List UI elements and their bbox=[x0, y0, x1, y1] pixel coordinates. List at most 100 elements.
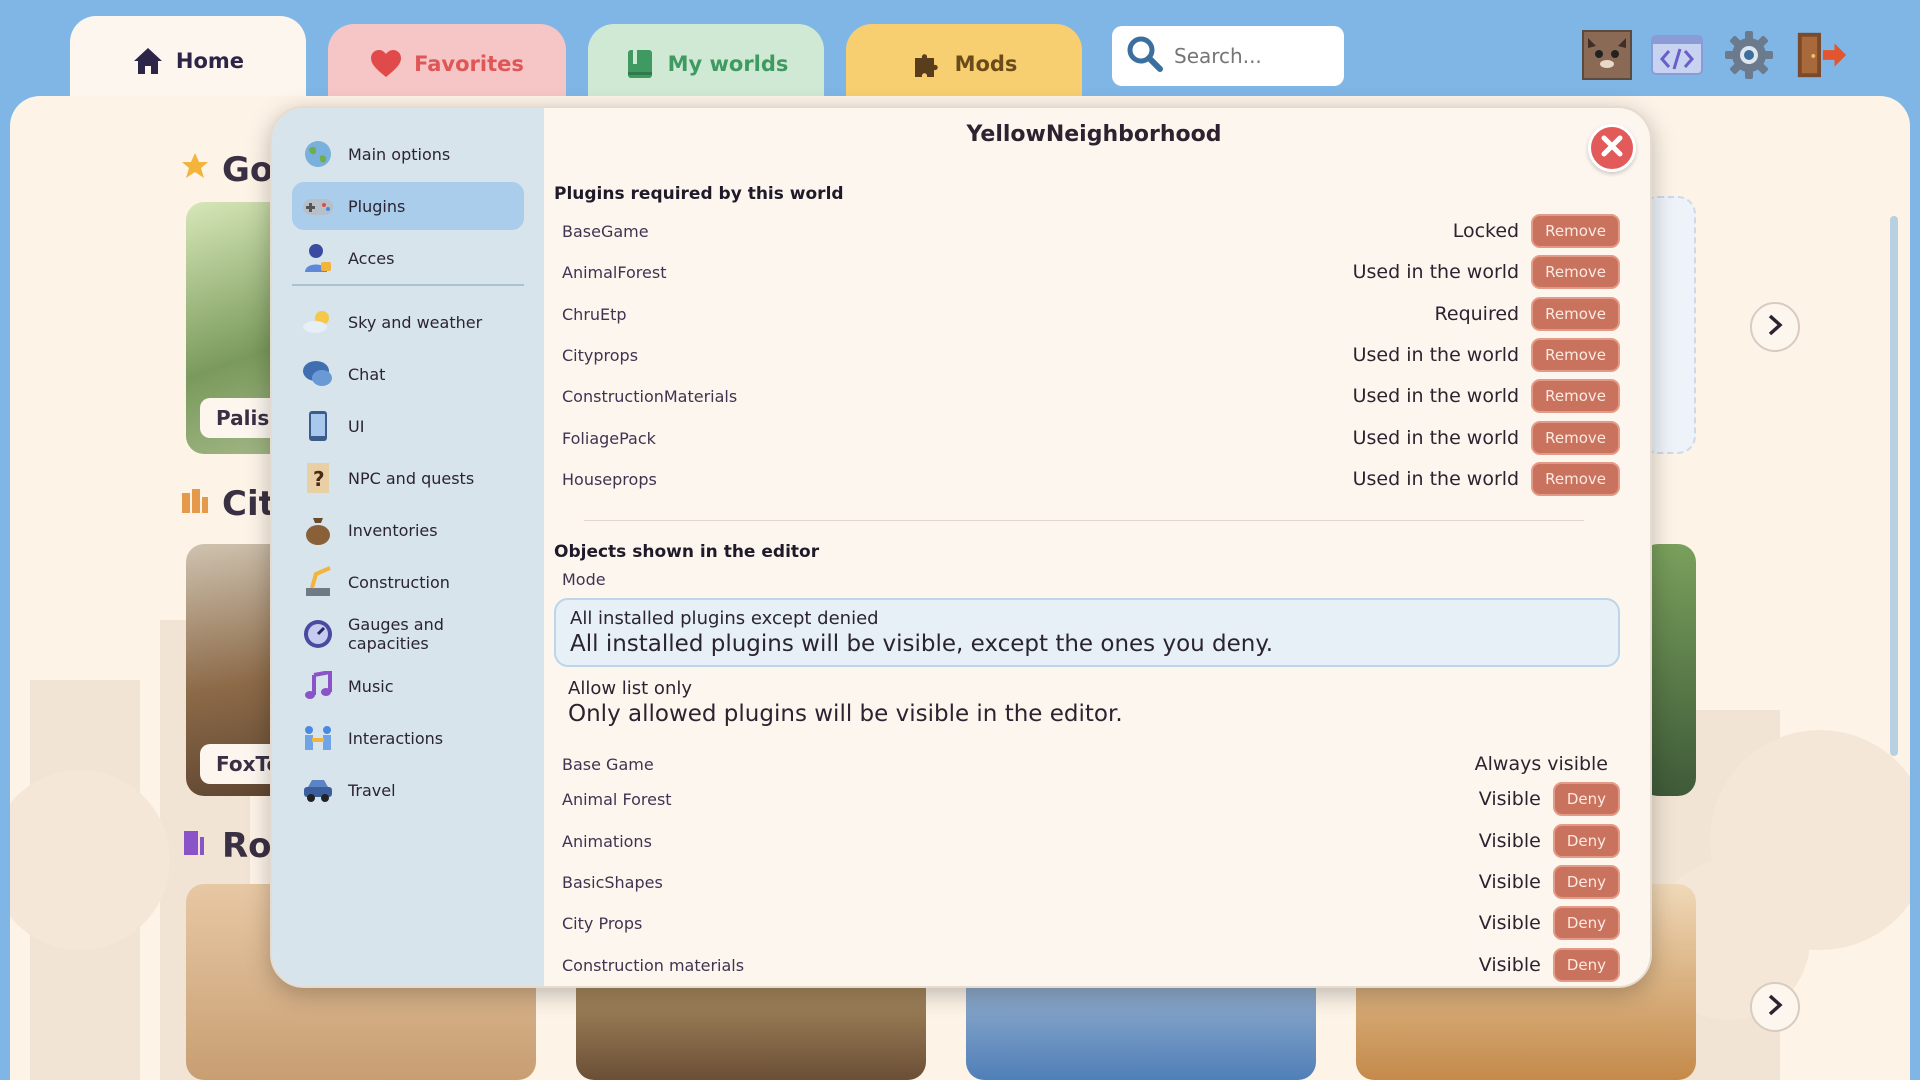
close-icon bbox=[1601, 135, 1623, 161]
tab-my-worlds[interactable]: My worlds bbox=[588, 24, 824, 104]
sidebar-item-label: NPC and quests bbox=[348, 468, 475, 488]
sidebar-item-inventories[interactable]: Inventories bbox=[292, 506, 524, 554]
sidebar-item-label: Chat bbox=[348, 364, 386, 384]
deny-button[interactable]: Deny bbox=[1552, 906, 1620, 940]
visibility-row: Construction materials Visible Deny bbox=[562, 947, 1620, 983]
sidebar-divider bbox=[292, 284, 524, 286]
tab-home[interactable]: Home bbox=[70, 16, 306, 106]
deny-button[interactable]: Deny bbox=[1552, 948, 1620, 982]
weather-icon bbox=[302, 306, 334, 338]
section-title: Go bbox=[222, 150, 274, 190]
remove-button[interactable]: Remove bbox=[1531, 421, 1620, 455]
plugin-row: ChruEtp Required Remove bbox=[562, 296, 1620, 332]
mode-option-title: All installed plugins except denied bbox=[570, 608, 879, 629]
visibility-status: Visible bbox=[1478, 788, 1541, 810]
sidebar-item-sky-and-weather[interactable]: Sky and weather bbox=[292, 298, 524, 346]
search-box[interactable] bbox=[1112, 26, 1344, 86]
plugin-name: Animal Forest bbox=[562, 789, 672, 809]
remove-button[interactable]: Remove bbox=[1531, 379, 1620, 413]
sidebar-item-label: Interactions bbox=[348, 728, 444, 748]
plugin-name: AnimalForest bbox=[562, 262, 667, 282]
gamepad-icon bbox=[302, 190, 334, 222]
deny-button[interactable]: Deny bbox=[1552, 824, 1620, 858]
sidebar-item-music[interactable]: Music bbox=[292, 662, 524, 710]
sidebar-item-main-options[interactable]: Main options bbox=[292, 130, 524, 178]
scroll-right-button[interactable] bbox=[1750, 982, 1800, 1032]
sidebar-item-construction[interactable]: Construction bbox=[292, 558, 524, 606]
plugin-row: AnimalForest Used in the world Remove bbox=[562, 254, 1620, 290]
top-tab-bar: Home Favorites My worlds Mods bbox=[0, 0, 1920, 106]
star-icon bbox=[180, 150, 210, 190]
visibility-status: Visible bbox=[1478, 830, 1541, 852]
remove-button[interactable]: Remove bbox=[1531, 338, 1620, 372]
sidebar-item-label: Sky and weather bbox=[348, 312, 483, 332]
sidebar-item-ui[interactable]: UI bbox=[292, 402, 524, 450]
remove-button[interactable]: Remove bbox=[1531, 297, 1620, 331]
mode-label: Mode bbox=[562, 570, 606, 589]
visibility-row: Animations Visible Deny bbox=[562, 823, 1620, 859]
phone-icon bbox=[302, 410, 334, 442]
remove-button[interactable]: Remove bbox=[1531, 255, 1620, 289]
tab-my-worlds-label: My worlds bbox=[667, 52, 789, 76]
mode-option-allow-list[interactable]: Allow list only Only allowed plugins wil… bbox=[554, 670, 1620, 735]
music-icon bbox=[302, 670, 334, 702]
sidebar-item-plugins[interactable]: Plugins bbox=[292, 182, 524, 230]
plugin-status: Used in the world bbox=[1352, 427, 1520, 449]
mode-option-except-denied[interactable]: All installed plugins except denied All … bbox=[554, 598, 1620, 667]
plugin-name: Animations bbox=[562, 831, 652, 851]
tab-mods[interactable]: Mods bbox=[846, 24, 1082, 104]
search-input[interactable] bbox=[1174, 44, 1334, 68]
quest-icon: ? bbox=[302, 462, 334, 494]
mode-option-description: All installed plugins will be visible, e… bbox=[570, 631, 1274, 657]
deny-button[interactable]: Deny bbox=[1552, 782, 1620, 816]
section-divider bbox=[584, 520, 1584, 521]
sidebar-item-label: Travel bbox=[348, 780, 396, 800]
remove-button[interactable]: Remove bbox=[1531, 462, 1620, 496]
plugin-status: Used in the world bbox=[1352, 468, 1520, 490]
visibility-row: Base Game Always visible bbox=[562, 746, 1620, 782]
page-scrollbar[interactable] bbox=[1890, 216, 1898, 756]
gear-icon[interactable] bbox=[1722, 28, 1776, 82]
visibility-status: Visible bbox=[1478, 912, 1541, 934]
plugin-row: Cityprops Used in the world Remove bbox=[562, 337, 1620, 373]
world-settings-dialog: Main options Plugins Acces Sky and weath… bbox=[270, 106, 1652, 988]
puzzle-icon bbox=[911, 48, 943, 80]
bag-icon bbox=[302, 514, 334, 546]
book-icon bbox=[624, 48, 656, 80]
code-editor-icon[interactable] bbox=[1650, 28, 1704, 82]
avatar[interactable] bbox=[1580, 28, 1634, 82]
user-lock-icon bbox=[302, 242, 334, 274]
tab-favorites[interactable]: Favorites bbox=[328, 24, 566, 104]
deny-button[interactable]: Deny bbox=[1552, 865, 1620, 899]
close-button[interactable] bbox=[1588, 124, 1636, 172]
sidebar-item-acces[interactable]: Acces bbox=[292, 234, 524, 282]
svg-text:?: ? bbox=[313, 467, 325, 491]
section-header-city: Cit bbox=[180, 484, 275, 524]
scroll-right-button[interactable] bbox=[1750, 302, 1800, 352]
plugin-name: Base Game bbox=[562, 754, 654, 774]
sidebar-item-interactions[interactable]: Interactions bbox=[292, 714, 524, 762]
settings-sidebar: Main options Plugins Acces Sky and weath… bbox=[272, 108, 544, 986]
plugin-name: Houseprops bbox=[562, 469, 657, 489]
door-icon bbox=[180, 826, 210, 866]
sidebar-item-label: Gauges and capacities bbox=[348, 615, 444, 653]
globe-icon bbox=[302, 138, 334, 170]
required-plugins-heading: Plugins required by this world bbox=[554, 184, 844, 204]
exit-icon[interactable] bbox=[1794, 28, 1848, 82]
plugin-name: ConstructionMaterials bbox=[562, 386, 738, 406]
chevron-right-icon bbox=[1767, 314, 1783, 340]
visibility-status: Visible bbox=[1478, 954, 1541, 976]
remove-button[interactable]: Remove bbox=[1531, 214, 1620, 248]
visibility-status: Visible bbox=[1478, 871, 1541, 893]
chat-icon bbox=[302, 358, 334, 390]
plugin-name: Construction materials bbox=[562, 955, 745, 975]
plugin-status: Used in the world bbox=[1352, 261, 1520, 283]
sidebar-item-chat[interactable]: Chat bbox=[292, 350, 524, 398]
plugin-status: Used in the world bbox=[1352, 344, 1520, 366]
sidebar-item-label: Acces bbox=[348, 248, 395, 268]
section-header-favorites: Go bbox=[180, 150, 273, 190]
sidebar-item-travel[interactable]: Travel bbox=[292, 766, 524, 814]
sidebar-item-label: Plugins bbox=[348, 196, 406, 216]
sidebar-item-gauges-and-capacities[interactable]: Gauges and capacities bbox=[292, 610, 524, 658]
sidebar-item-npc-and-quests[interactable]: ? NPC and quests bbox=[292, 454, 524, 502]
